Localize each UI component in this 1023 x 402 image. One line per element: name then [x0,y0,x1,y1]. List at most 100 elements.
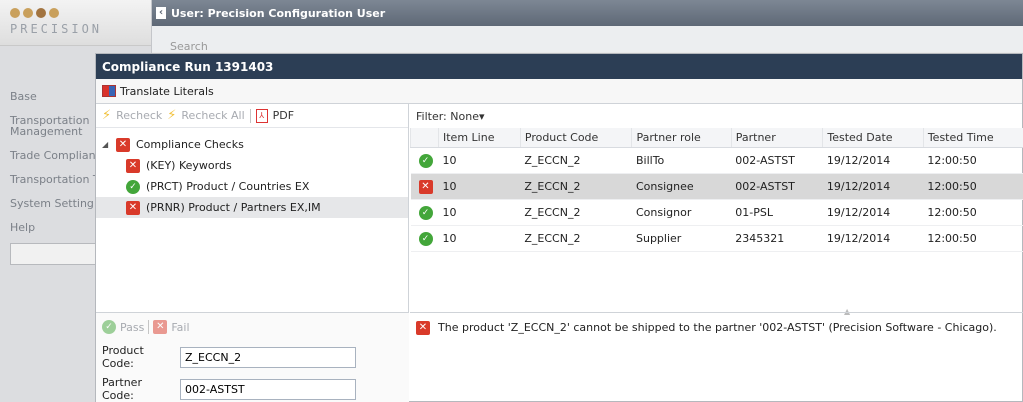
tested-date-cell: 19/12/2014 [822,147,924,174]
dropdown-arrow-icon: ▾ [478,110,485,123]
column-header-partner[interactable]: Partner [730,128,823,148]
fail-icon: ✕ [126,200,140,215]
pass-check-icon: ✓ [102,320,116,334]
partner-role-cell: BillTo [631,147,732,174]
tested-date-cell: 19/12/2014 [822,173,924,200]
fail-icon: ✕ [416,321,430,335]
status-cell: ✓ [410,225,439,252]
tested-date-cell: 19/12/2014 [822,199,924,226]
partner-role-cell: Consignee [631,173,732,200]
expand-triangle-icon[interactable]: ◢ [102,140,110,149]
message-panel: ✕ The product 'Z_ECCN_2' cannot be shipp… [410,312,1023,402]
partner-cell: 01-PSL [731,199,823,226]
window-title: User: Precision Configuration User [171,6,386,20]
pass-fail-toolbar: ✓ Pass ✕ Fail [96,313,409,341]
tree-root-label: Compliance Checks [136,138,244,151]
tested-time-cell: 12:00:50 [923,199,1023,226]
logo-dots-icon [10,8,141,18]
recheck-icon: ⚡ [102,108,112,123]
partner-code-field[interactable] [180,378,356,400]
partner-cell: 002-ASTST [731,173,823,200]
table-row[interactable]: ✓ 10 Z_ECCN_2 Consignor 01-PSL 19/12/201… [410,199,1023,226]
dialog-title: Compliance Run 1391403 [96,54,1022,79]
recheck-button[interactable]: Recheck [116,109,162,122]
pass-check-icon: ✓ [418,231,433,246]
precision-logo: PRECISION [0,0,151,46]
product-code-row: Product Code: [96,341,409,373]
tree-item-product-partners[interactable]: ✕ (PRNR) Product / Partners EX,IM [96,197,408,218]
logo-text: PRECISION [10,22,103,36]
status-cell: ✕ [410,173,439,200]
window-title-bar: ‹ User: Precision Configuration User [152,0,1023,26]
pass-check-icon: ✓ [418,205,433,220]
partner-cell: 002-ASTST [731,147,823,174]
checks-toolbar: ⚡ Recheck ⚡ Recheck All ⅄ PDF [96,104,408,128]
table-row[interactable]: ✕ 10 Z_ECCN_2 Consignee 002-ASTST 19/12/… [410,173,1023,200]
results-table: Item Line Product Code Partner role Part… [410,128,1023,252]
table-row[interactable]: ✓ 10 Z_ECCN_2 Supplier 2345321 19/12/201… [410,225,1023,252]
filter-dropdown[interactable]: None▾ [450,110,484,123]
compliance-tree: ◢ ✕ Compliance Checks ✕ (KEY) Keywords ✓… [96,128,408,218]
table-header-row: Item Line Product Code Partner role Part… [410,128,1023,148]
compliance-message: The product 'Z_ECCN_2' cannot be shipped… [438,321,997,334]
fail-button[interactable]: Fail [171,321,189,334]
pdf-icon: ⅄ [255,108,268,123]
tree-item-label: (KEY) Keywords [146,159,232,172]
column-header-item-line[interactable]: Item Line [438,128,521,148]
recheck-all-icon: ⚡ [167,108,177,123]
status-cell: ✓ [410,199,439,226]
back-arrow-icon[interactable]: ‹ [156,7,166,19]
fail-icon: ✕ [418,179,433,194]
item-line-cell: 10 [438,147,521,174]
tested-time-cell: 12:00:50 [923,147,1023,174]
pdf-button[interactable]: PDF [273,109,294,122]
translate-literals-button[interactable]: Translate Literals [120,85,214,98]
item-line-cell: 10 [438,225,521,252]
filter-label: Filter: [416,110,447,123]
tested-time-cell: 12:00:50 [923,173,1023,200]
tested-date-cell: 19/12/2014 [822,225,924,252]
fail-icon: ✕ [116,137,130,152]
checks-pane: ⚡ Recheck ⚡ Recheck All ⅄ PDF ◢ ✕ Compli… [96,104,409,402]
compliance-run-dialog: Compliance Run 1391403 Translate Literal… [95,53,1023,402]
filter-bar: Filter: None▾ [410,104,1023,128]
status-cell: ✓ [410,147,439,174]
search-label: Search [170,40,208,53]
tested-time-cell: 12:00:50 [923,225,1023,252]
tree-item-label: (PRNR) Product / Partners EX,IM [146,201,321,214]
table-row[interactable]: ✓ 10 Z_ECCN_2 BillTo 002-ASTST 19/12/201… [410,147,1023,174]
tree-root[interactable]: ◢ ✕ Compliance Checks [96,134,408,155]
partner-code-label: Partner Code: [102,376,142,402]
item-line-cell: 10 [438,173,521,200]
status-column-header [410,128,439,148]
item-line-cell: 10 [438,199,521,226]
override-panel: ✓ Pass ✕ Fail Product Code: Partner Code… [96,312,409,402]
tree-item-keywords[interactable]: ✕ (KEY) Keywords [96,155,408,176]
filter-value: None [450,110,479,123]
recheck-all-button[interactable]: Recheck All [181,109,244,122]
column-header-tested-date[interactable]: Tested Date [822,128,924,148]
column-header-partner-role[interactable]: Partner role [631,128,732,148]
product-code-cell: Z_ECCN_2 [520,225,632,252]
product-code-cell: Z_ECCN_2 [520,173,632,200]
toolbar-divider [249,108,251,123]
translate-flag-icon [102,85,116,97]
partner-code-row: Partner Code: [96,373,409,402]
column-header-product-code[interactable]: Product Code [519,128,632,148]
product-code-cell: Z_ECCN_2 [520,147,632,174]
partner-role-cell: Supplier [631,225,732,252]
tree-item-product-countries[interactable]: ✓ (PRCT) Product / Countries EX [96,176,408,197]
tree-item-label: (PRCT) Product / Countries EX [146,180,310,193]
fail-icon: ✕ [153,320,168,334]
results-pane: Filter: None▾ Item Line Product Code Par… [410,104,1023,402]
toolbar-divider [148,320,150,334]
dialog-toolbar: Translate Literals [96,79,1022,104]
pass-check-icon: ✓ [418,153,433,168]
column-header-tested-time[interactable]: Tested Time [922,128,1023,148]
fail-icon: ✕ [126,158,140,173]
pass-check-icon: ✓ [126,179,140,194]
partner-cell: 2345321 [731,225,823,252]
product-code-field[interactable] [180,346,356,368]
pass-button[interactable]: Pass [120,321,144,334]
search-strip: Search [152,26,1023,53]
